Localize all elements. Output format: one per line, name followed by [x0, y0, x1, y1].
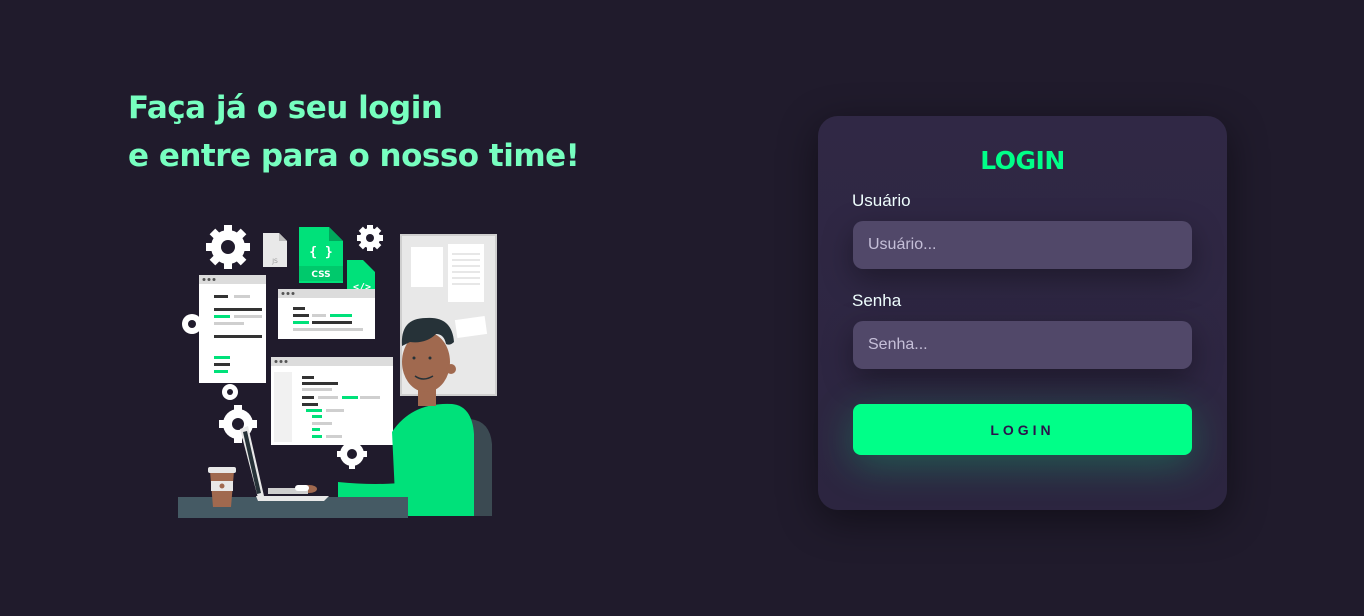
hero-line-2: e entre para o nosso time! [128, 138, 580, 174]
password-input[interactable] [853, 321, 1192, 369]
login-card: LOGIN Usuário Senha LOGIN [818, 116, 1227, 510]
developer-illustration: JS { } CSS </> [178, 225, 497, 518]
hero-line-1: Faça já o seu login [128, 90, 443, 126]
svg-text:{ }: { } [309, 245, 332, 260]
css-file-label: CSS [311, 270, 330, 280]
gear-icon [219, 405, 257, 443]
username-input[interactable] [853, 221, 1192, 269]
code-window [199, 275, 266, 383]
hero-headline: Faça já o seu login e entre para o nosso… [128, 84, 580, 180]
login-button[interactable]: LOGIN [853, 404, 1192, 455]
code-window [271, 357, 393, 445]
js-file-label: JS [271, 258, 278, 265]
username-label: Usuário [852, 191, 911, 210]
login-title: LOGIN [980, 146, 1065, 175]
gear-icon [206, 225, 250, 269]
css-file-icon: { } CSS [299, 227, 343, 283]
code-window [278, 289, 375, 339]
gear-icon [357, 225, 383, 251]
login-page: Faça já o seu login e entre para o nosso… [0, 0, 1364, 616]
password-label: Senha [852, 291, 902, 310]
js-file-icon: JS [263, 233, 287, 267]
gear-icon [222, 384, 238, 400]
